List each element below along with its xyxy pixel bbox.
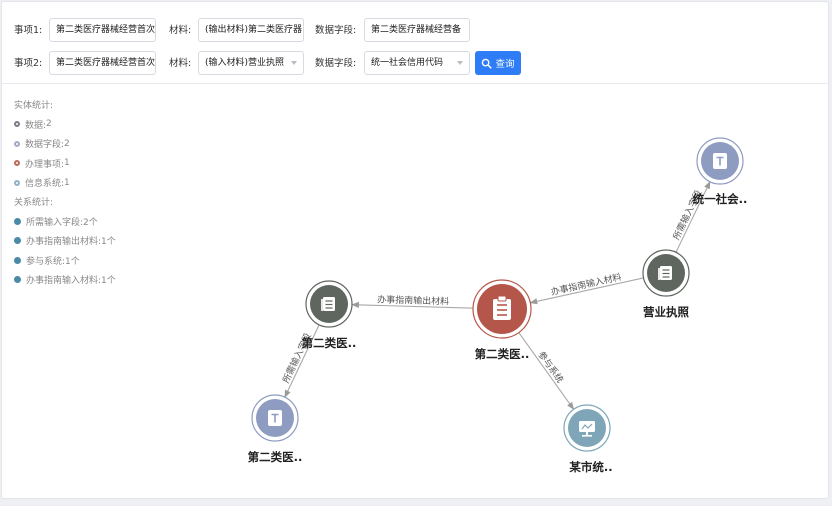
graph-node-center[interactable]: 第二类医.. <box>472 279 532 361</box>
graph-node-license[interactable]: 营业执照 <box>642 249 690 319</box>
text-field-icon <box>713 153 727 169</box>
node-label: 第二类医.. <box>302 336 357 350</box>
clipboard-icon <box>493 295 511 320</box>
node-label: 某市统.. <box>568 460 612 474</box>
graph-node-credit_code[interactable]: 统一社会.. <box>693 137 748 206</box>
edge-label: 参与系统 <box>535 349 566 385</box>
node-label: 营业执照 <box>643 305 689 319</box>
edge-label: 办事指南输出材料 <box>377 293 449 307</box>
graph-node-out_material[interactable]: 第二类医.. <box>302 280 357 350</box>
relation-graph[interactable]: 办事指南输出材料所需输入字段办事指南输入材料所需输入字段参与系统第二类医..第二… <box>2 2 830 500</box>
app-frame: 事项1: 第二类医疗器械经营首次 材料: (输出材料)第二类医疗器 数据字段: … <box>1 1 830 500</box>
document-icon <box>658 266 672 280</box>
graph-node-out_field[interactable]: 第二类医.. <box>248 394 303 464</box>
node-label: 统一社会.. <box>693 192 748 206</box>
node-label: 第二类医.. <box>248 450 303 464</box>
edge-label: 办事指南输入材料 <box>550 271 623 298</box>
document-icon <box>321 297 335 311</box>
graph-node-system[interactable]: 某市统.. <box>563 404 613 474</box>
node-label: 第二类医.. <box>475 347 530 361</box>
text-field-icon <box>268 410 282 426</box>
